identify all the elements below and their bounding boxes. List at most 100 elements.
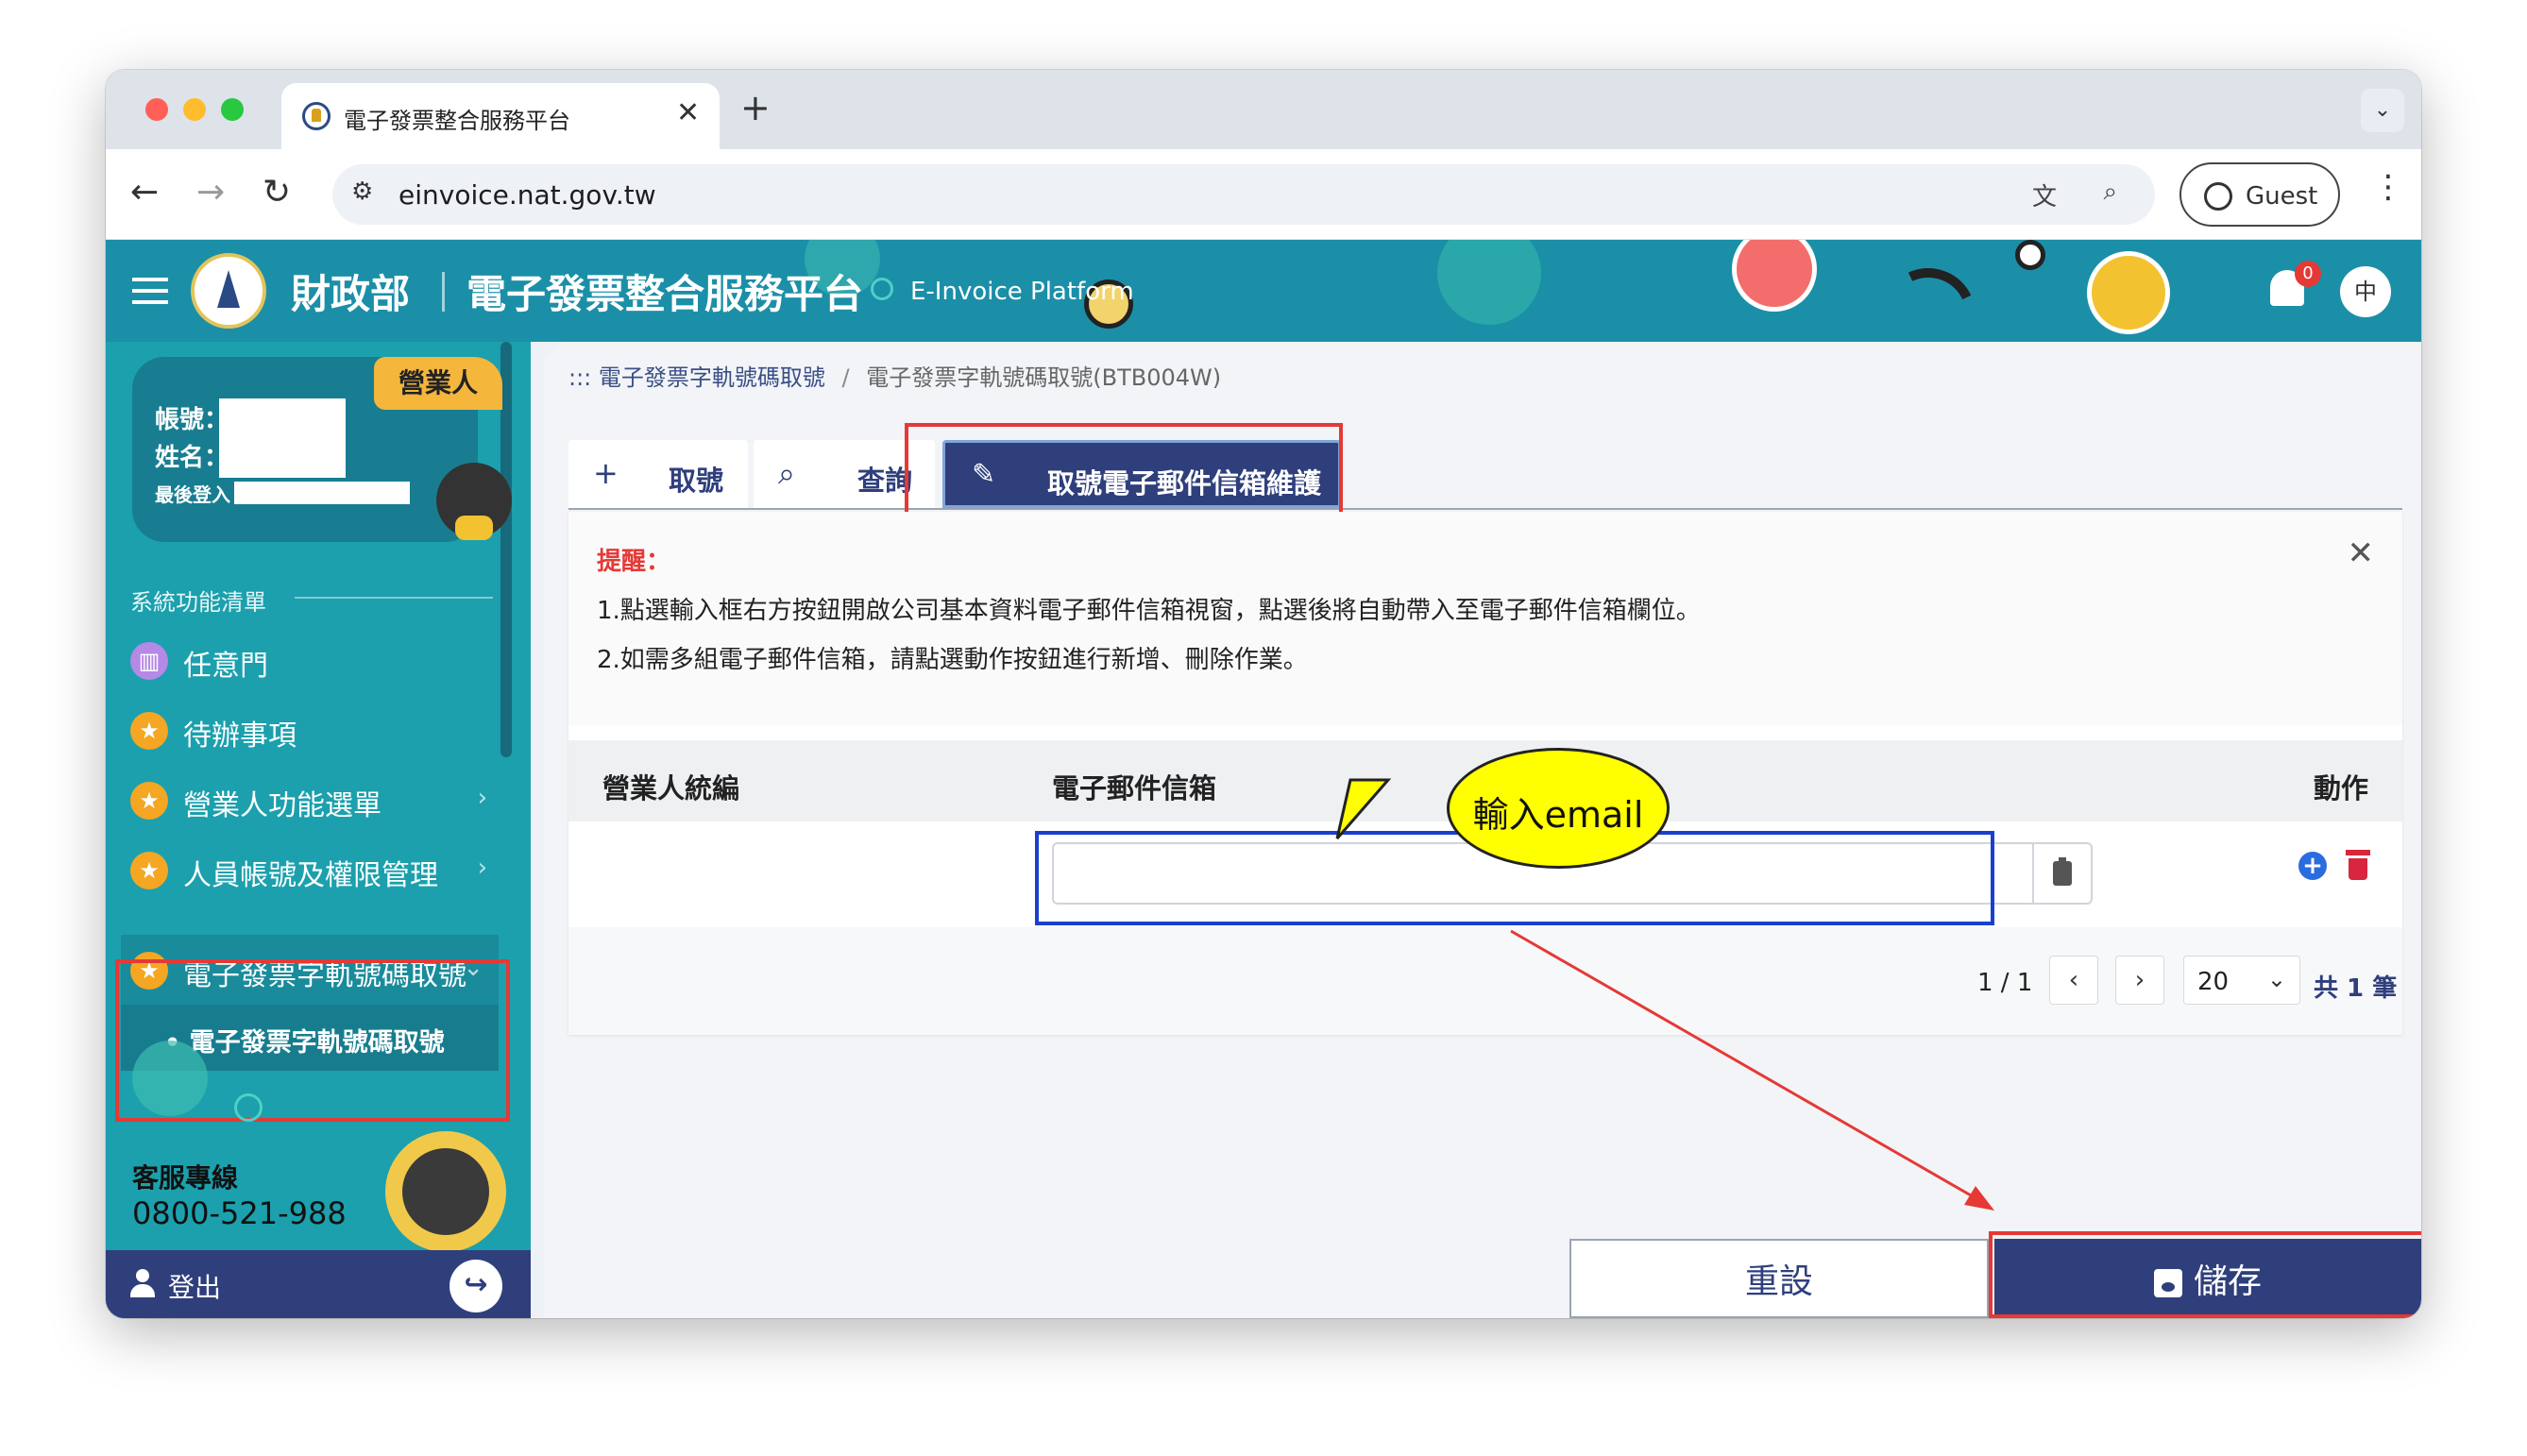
plus-icon: + [593,455,619,491]
chevron-right-icon: › [477,854,487,882]
sidebar-item-label: 待辦事項 [183,720,297,753]
mascot-icon [436,463,512,540]
profile-label: Guest [2246,182,2318,211]
hotline: 客服專線 0800-521-988 [106,1131,531,1252]
breadcrumb-parent[interactable]: 電子發票字軌號碼取號 [599,364,825,391]
column-header-email: 電子郵件信箱 [1052,772,1217,804]
main-content: ::: 電子發票字軌號碼取號 / 電子發票字軌號碼取號(BTB004W) + 取… [531,342,2421,1318]
name-label: 姓名： [155,444,229,472]
breadcrumb-separator: / [841,364,850,391]
last-login-label: 最後登入 [155,483,230,506]
map-icon: ▥ [130,642,168,680]
language-button[interactable]: 中 [2340,266,2391,317]
star-icon: ★ [130,782,168,820]
tab-get-number[interactable]: + 取號 [568,440,748,508]
zoom-window-button[interactable] [221,98,244,121]
close-window-button[interactable] [145,98,168,121]
sidebar-item-label: 營業人功能選單 [183,789,382,822]
annotation-callout: 輸入email [1447,748,1670,869]
search-icon: ⌕ [778,455,795,491]
chevron-right-icon: › [477,784,487,812]
total-count: 共 1 筆 [2314,974,2398,1003]
dollar-coin-icon [2087,251,2170,334]
star-icon: ★ [130,852,168,889]
sidebar-item-accounts[interactable]: ★ 人員帳號及權限管理 › [106,835,502,905]
site-header: 財政部 電子發票整合服務平台 E-Invoice Platform 0 中 [106,240,2421,342]
logout-label[interactable]: 登出 [168,1267,221,1305]
next-page-button[interactable]: › [2115,956,2164,1005]
role-tag: 營業人 [374,357,502,410]
decoration-circle [1437,240,1541,325]
tab-label: 取號 [669,465,724,497]
hotline-number[interactable]: 0800-521-988 [132,1195,347,1231]
mascot-icon [385,1131,506,1252]
profile-button[interactable]: Guest [2179,162,2340,227]
site-info-icon[interactable]: ⚙ [351,178,373,206]
url-text[interactable]: einvoice.nat.gov.tw [399,179,656,211]
logout-icon[interactable]: ↪ [449,1260,502,1312]
notice-line: 2.如需多組電子郵件信箱，請點選動作按鈕進行新增、刪除作業。 [597,646,1308,674]
address-bar[interactable]: ⚙ einvoice.nat.gov.tw 文 ⌕ [332,164,2155,225]
star-icon: ★ [130,712,168,750]
notification-badge: 0 [2295,261,2321,287]
logout-bar: 登出 ↪ [106,1250,531,1318]
ministry-logo[interactable] [191,253,266,329]
trash-icon[interactable] [2346,850,2370,880]
add-row-icon[interactable]: + [2298,852,2327,880]
clipboard-button[interactable] [2034,842,2093,905]
annotation-highlight-save [1989,1231,2421,1318]
tab-search-button[interactable]: ⌄ [2361,89,2404,132]
notice-line: 1.點選輸入框右方按鈕開啟公司基本資料電子郵件信箱視窗，點選後將自動帶入至電子郵… [597,597,1701,625]
browser-window: 電子發票整合服務平台 ✕ + ⌄ ← → ↻ ⚙ einvoice.nat.go… [106,70,2421,1318]
tab-bar: + 取號 ⌕ 查詢 ✎ 取號電子郵件信箱維護 [568,440,2402,510]
back-button[interactable]: ← [130,170,159,215]
tab-strip: 電子發票整合服務平台 ✕ + ⌄ [106,70,2421,149]
browser-tab[interactable]: 電子發票整合服務平台 ✕ [281,83,720,149]
sidebar-item-todo[interactable]: ★ 待辦事項 [106,695,502,765]
sidebar: 營業人 帳號： 姓名： 最後登入 系統功能清單 ▥ 任意門 ★ 待辦事項 ★ 營… [106,342,531,1318]
sidebar-section-divider[interactable] [295,597,493,599]
page-info: 1 / 1 [1977,969,2033,997]
translate-icon[interactable]: 文 [2032,178,2057,212]
chevron-down-icon: ⌄ [2266,966,2286,992]
decoration-circle [132,1041,208,1116]
page-size-value: 20 [2197,968,2230,996]
reload-button[interactable]: ↻ [263,170,291,215]
forward-button[interactable]: → [196,170,225,215]
sidebar-item-label: 任意門 [183,650,268,683]
menu-toggle-icon[interactable] [132,278,168,304]
callout-text: 輸入email [1472,794,1644,836]
hotline-label: 客服專線 [132,1162,239,1194]
user-icon [130,1269,155,1299]
decoration-circle [2015,240,2045,270]
sidebar-item-anywhere[interactable]: ▥ 任意門 [106,625,502,695]
main-inner: ::: 電子發票字軌號碼取號 / 電子發票字軌號碼取號(BTB004W) + 取… [544,342,2421,1318]
minimize-window-button[interactable] [183,98,206,121]
notice-title: 提醒： [597,548,671,576]
tab-title: 電子發票整合服務平台 [344,108,570,134]
wifi-icon [1867,254,1990,342]
sidebar-item-label: 人員帳號及權限管理 [183,859,438,892]
platform-title[interactable]: 電子發票整合服務平台 [466,262,863,320]
zoom-icon[interactable]: ⌕ [2103,178,2117,207]
ministry-name: 財政部 [291,271,411,317]
sidebar-item-business-menu[interactable]: ★ 營業人功能選單 › [106,765,502,835]
browser-menu-icon[interactable]: ⋮ [2372,168,2404,206]
pagination: 1 / 1 ‹ › 20 ⌄ 共 1 筆 [568,927,2402,1035]
prev-page-button[interactable]: ‹ [2049,956,2098,1005]
account-label: 帳號： [155,406,229,434]
new-tab-button[interactable]: + [740,89,771,127]
close-icon[interactable]: ✕ [2348,534,2375,572]
page-size-select[interactable]: 20 ⌄ [2183,956,2300,1005]
breadcrumb-current: 電子發票字軌號碼取號(BTB004W) [866,364,1222,391]
user-card: 營業人 帳號： 姓名： 最後登入 [132,357,512,542]
profile-avatar-icon [2204,182,2232,211]
column-header-action: 動作 [2313,772,2368,804]
column-header-business-id: 營業人統編 [602,772,740,804]
tab-close-icon[interactable]: ✕ [676,96,700,129]
redacted-last-login [234,482,410,504]
browser-toolbar: ← → ↻ ⚙ einvoice.nat.gov.tw 文 ⌕ Guest ⋮ [106,149,2421,240]
reset-button[interactable]: 重設 [1569,1239,1989,1318]
platform-title-en: E-Invoice Platform [910,278,1134,306]
header-divider [442,272,445,312]
